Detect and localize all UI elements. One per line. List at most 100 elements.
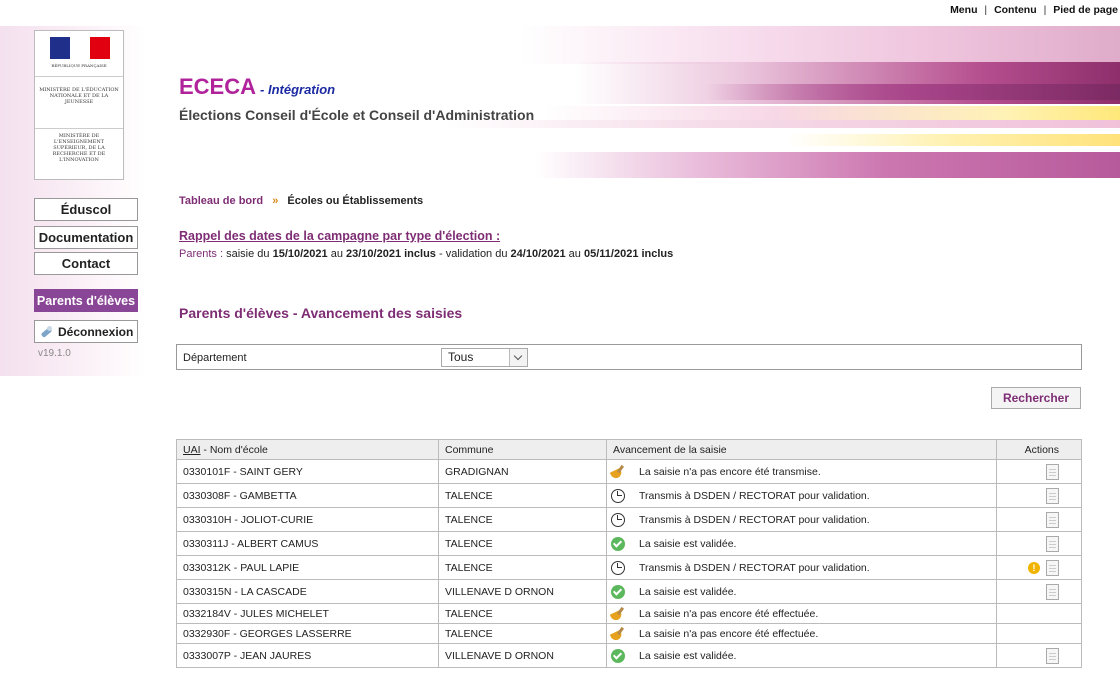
status-text: Transmis à DSDEN / RECTORAT pour validat… (639, 561, 870, 574)
environment-label: - Intégration (260, 82, 336, 97)
check-circle-icon (611, 584, 625, 599)
banner-stripe (445, 120, 1120, 128)
breadcrumb-arrow-icon: » (272, 195, 279, 207)
flag-icon (50, 37, 110, 59)
cell-commune: TALENCE (438, 483, 607, 508)
cell-ecole: 0330308F - GAMBETTA (176, 483, 439, 508)
banner-stripe (520, 26, 1120, 64)
cell-avancement: La saisie n'a pas encore été transmise. (606, 459, 997, 484)
status-text: La saisie n'a pas encore été transmise. (639, 465, 821, 478)
separator: | (984, 4, 988, 16)
rappel-date: 15/10/2021 (272, 248, 328, 260)
document-icon[interactable] (1046, 511, 1059, 528)
nav-eduscol-button[interactable]: Éduscol (34, 198, 138, 221)
cell-commune: TALENCE (438, 623, 607, 644)
cell-avancement: Transmis à DSDEN / RECTORAT pour validat… (606, 555, 997, 580)
version-label: v19.1.0 (38, 348, 71, 359)
clock-icon (611, 512, 625, 527)
column-header-avancement: Avancement de la saisie (606, 439, 997, 460)
document-icon[interactable] (1046, 463, 1059, 480)
cell-actions (996, 579, 1082, 604)
cell-avancement: Transmis à DSDEN / RECTORAT pour validat… (606, 507, 997, 532)
nav-parents-button[interactable]: Parents d'élèves (34, 289, 138, 312)
table-row: 0330315N - LA CASCADE VILLENAVE D ORNON La… (176, 579, 1082, 604)
section-title: Parents d'élèves - Avancement des saisie… (179, 305, 463, 321)
warning-icon[interactable]: ! (1028, 561, 1040, 574)
cell-ecole: 0330311J - ALBERT CAMUS (176, 531, 439, 556)
table-row: 0330310H - JOLIOT-CURIE TALENCE Transmis à… (176, 507, 1082, 532)
cell-avancement: La saisie est validée. (606, 579, 997, 604)
nav-contact-button[interactable]: Contact (34, 252, 138, 275)
app-title: ECECA - Intégration (179, 74, 335, 100)
table-row: 0330312K - PAUL LAPIE TALENCE Transmis à D… (176, 555, 1082, 580)
pied-de-page-link[interactable]: Pied de page (1053, 4, 1118, 16)
status-text: La saisie n'a pas encore été effectuée. (639, 607, 819, 620)
cell-actions (996, 623, 1082, 644)
document-icon[interactable] (1046, 583, 1059, 600)
app-name: ECECA (179, 74, 257, 99)
cell-actions (996, 603, 1082, 624)
status-text: La saisie n'a pas encore été effectuée. (639, 627, 819, 640)
table-header-row: UAI - Nom d'école Commune Avancement de … (176, 439, 1082, 460)
chevron-down-icon (509, 349, 527, 366)
cell-actions: ! (996, 555, 1082, 580)
header-nom: - Nom d'école (200, 443, 268, 456)
ministry-logo: RÉPUBLIQUE FRANÇAISE MINISTÈRE DE L'ÉDUC… (34, 30, 124, 180)
banner-stripe (535, 152, 1120, 178)
rappel-title: Rappel des dates de la campagne par type… (179, 229, 501, 243)
top-links: Menu | Contenu | Pied de page (950, 4, 1118, 16)
broom-icon (611, 627, 625, 641)
clock-icon (611, 488, 625, 503)
status-text: Transmis à DSDEN / RECTORAT pour validat… (639, 513, 870, 526)
cell-avancement: La saisie est validée. (606, 531, 997, 556)
cell-ecole: 0330315N - LA CASCADE (176, 579, 439, 604)
search-button[interactable]: Rechercher (991, 387, 1081, 409)
department-filter: Département Tous (176, 344, 1082, 370)
cell-avancement: Transmis à DSDEN / RECTORAT pour validat… (606, 483, 997, 508)
rappel-text: - validation du (438, 248, 508, 260)
republique-francaise-logo: RÉPUBLIQUE FRANÇAISE (35, 31, 123, 77)
sort-uai-link[interactable]: UAI (183, 444, 201, 456)
app-subtitle: Élections Conseil d'École et Conseil d'A… (179, 107, 535, 123)
table-row: 0330308F - GAMBETTA TALENCE Transmis à DSD… (176, 483, 1082, 508)
cell-actions (996, 507, 1082, 532)
cell-commune: TALENCE (438, 555, 607, 580)
table-row: 0332930F - GEORGES LASSERRE TALENCE La sai… (176, 623, 1082, 644)
logout-label: Déconnexion (58, 324, 134, 339)
document-icon[interactable] (1046, 647, 1059, 664)
rappel-date: 24/10/2021 (510, 248, 566, 260)
contenu-link[interactable]: Contenu (994, 4, 1037, 16)
menu-link[interactable]: Menu (950, 4, 977, 16)
table-row: 0333007P - JEAN JAURES VILLENAVE D ORNON L… (176, 643, 1082, 668)
rappel-date: 05/11/2021 inclus (583, 248, 674, 260)
breadcrumb-current: Écoles ou Établissements (287, 195, 424, 207)
separator: | (1043, 4, 1047, 16)
department-select[interactable]: Tous (441, 348, 528, 367)
cell-commune: TALENCE (438, 603, 607, 624)
status-text: La saisie est validée. (639, 649, 737, 662)
cell-avancement: La saisie n'a pas encore été effectuée. (606, 623, 997, 644)
document-icon[interactable] (1046, 487, 1059, 504)
table-row: 0332184V - JULES MICHELET TALENCE La saisi… (176, 603, 1082, 624)
nav-documentation-button[interactable]: Documentation (34, 226, 138, 249)
department-label: Département (183, 352, 247, 364)
table-row: 0330311J - ALBERT CAMUS TALENCE La saisie … (176, 531, 1082, 556)
breadcrumb-home-link[interactable]: Tableau de bord (179, 195, 263, 207)
rappel-text: saisie du (226, 248, 270, 260)
rappel-text: au (568, 248, 581, 260)
cell-ecole: 0333007P - JEAN JAURES (176, 643, 439, 668)
cell-ecole: 0330101F - SAINT GERY (176, 459, 439, 484)
department-select-value: Tous (448, 350, 474, 364)
banner-stripe (545, 106, 1120, 120)
document-icon[interactable] (1046, 559, 1059, 576)
ministere-education: MINISTÈRE DE L'ÉDUCATION NATIONALE ET DE… (35, 77, 123, 129)
status-text: La saisie est validée. (639, 585, 737, 598)
logout-button[interactable]: Déconnexion (34, 320, 138, 343)
document-icon[interactable] (1046, 535, 1059, 552)
cell-actions (996, 643, 1082, 668)
status-text: Transmis à DSDEN / RECTORAT pour validat… (639, 489, 870, 502)
plug-icon (39, 325, 53, 339)
cell-actions (996, 531, 1082, 556)
cell-commune: VILLENAVE D ORNON (438, 643, 607, 668)
check-circle-icon (611, 536, 625, 551)
